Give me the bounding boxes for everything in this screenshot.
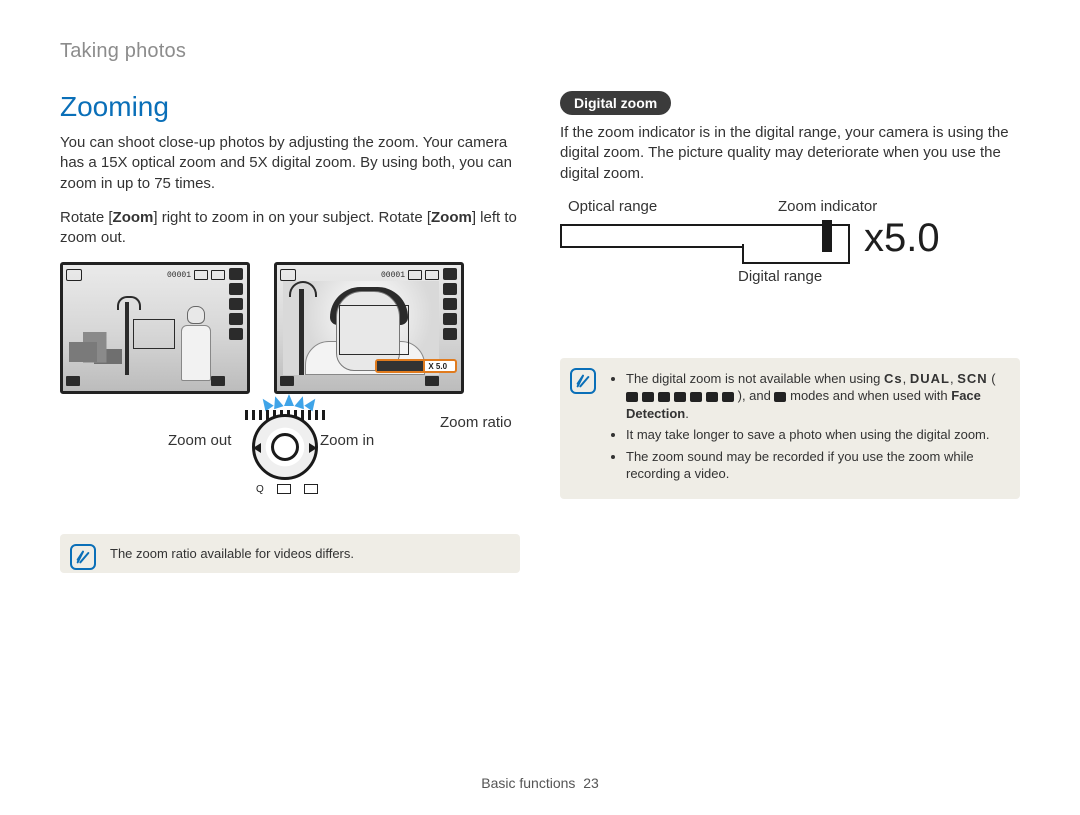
street-lamp-icon	[299, 289, 304, 375]
scene-mode-icons	[626, 392, 734, 402]
zoom-dial-icon	[252, 414, 318, 480]
note-item: The zoom sound may be recorded if you us…	[626, 448, 1006, 483]
zoom-factor-readout: x5.0	[864, 216, 940, 261]
shutter-icon	[304, 484, 318, 494]
note-text: The zoom ratio available for videos diff…	[110, 546, 354, 561]
osd-icon	[425, 376, 439, 386]
zoom-out-glyph-icon: Q	[256, 484, 264, 495]
person-figure-icon	[179, 306, 213, 376]
camera-lcd-wide: 00001	[60, 262, 250, 394]
page-footer: Basic functions 23	[0, 775, 1080, 791]
note-item: It may take longer to save a photo when …	[626, 426, 1006, 444]
camera-lcd-tele: 00001 X 5.0	[274, 262, 464, 394]
text: modes and when used with	[790, 388, 951, 403]
movie-mode-icon	[774, 392, 786, 402]
zoom-in-label: Zoom in	[320, 432, 374, 449]
mode-dual-icon: DUAL	[910, 371, 950, 386]
rotate-instruction: Rotate [Zoom] right to zoom in on your s…	[60, 208, 520, 249]
osd-icon	[66, 376, 80, 386]
note-icon	[70, 544, 96, 570]
note-icon	[570, 368, 596, 394]
street-lamp-icon	[125, 302, 129, 375]
osd-icon	[211, 376, 225, 386]
sd-icon	[194, 270, 208, 280]
note-box-right: The digital zoom is not available when u…	[560, 358, 1020, 499]
footer-section: Basic functions	[481, 775, 575, 791]
note-box-left: The zoom ratio available for videos diff…	[60, 534, 520, 573]
digital-zoom-heading: Digital zoom	[560, 91, 671, 115]
zoom-direction-arrows-icon	[260, 396, 318, 408]
mode-icon	[280, 269, 296, 281]
zoom-indicator-mark-icon	[822, 220, 832, 252]
optical-range-label: Optical range	[568, 198, 657, 215]
mode-cs-icon: Cs	[884, 371, 903, 386]
sd-icon	[408, 270, 422, 280]
zoom-ratio-label: Zoom ratio	[440, 414, 512, 431]
zoom-dial-figure: Q Zoom out Zoom in Zoom ratio	[60, 400, 520, 510]
mode-scn-icon: SCN	[957, 371, 987, 386]
lcd-preview-row: 00001	[60, 262, 520, 394]
zoom-bold: Zoom	[113, 209, 154, 226]
af-frame-icon	[133, 319, 175, 349]
intro-paragraph: You can shoot close-up photos by adjusti…	[60, 133, 520, 194]
mode-icon	[66, 269, 82, 281]
zoom-out-label: Zoom out	[168, 432, 231, 449]
osd-icon	[280, 376, 294, 386]
zoom-indicator-label: Zoom indicator	[778, 198, 877, 215]
text: Rotate [	[60, 209, 113, 226]
breadcrumb: Taking photos	[60, 40, 1020, 63]
digital-zoom-paragraph: If the zoom indicator is in the digital …	[560, 123, 1020, 184]
section-title: Zooming	[60, 91, 520, 123]
text: ), and	[738, 388, 775, 403]
battery-icon	[211, 270, 225, 280]
zoom-bar-digital	[742, 244, 850, 264]
text: .	[685, 406, 689, 421]
af-frame-icon	[339, 305, 409, 355]
footer-page-number: 23	[583, 775, 599, 791]
battery-icon	[425, 270, 439, 280]
zoom-range-diagram: Optical range Zoom indicator x5.0 Digita…	[560, 198, 1020, 318]
frame-counter: 00001	[167, 271, 191, 280]
text: ] right to zoom in on your subject. Rota…	[153, 209, 431, 226]
digital-range-label: Digital range	[738, 268, 822, 285]
zoom-bold: Zoom	[431, 209, 472, 226]
frame-counter: 00001	[381, 271, 405, 280]
note-item: The digital zoom is not available when u…	[626, 370, 1006, 423]
shutter-icon	[277, 484, 291, 494]
text: The digital zoom is not available when u…	[626, 371, 884, 386]
